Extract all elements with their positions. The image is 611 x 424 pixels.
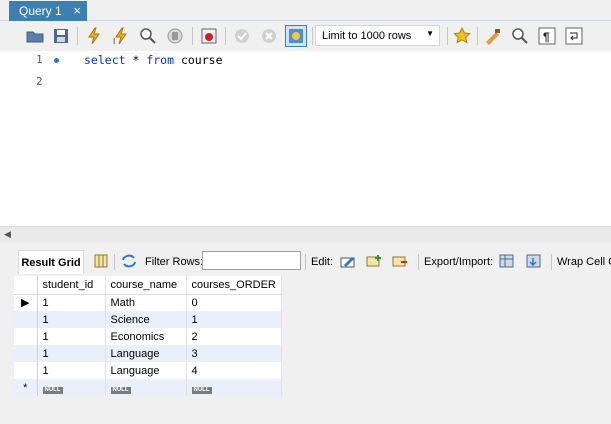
table-cell[interactable]: 3: [186, 345, 282, 362]
line-number: 2: [36, 75, 43, 88]
export-import-label: Export/Import:: [424, 256, 494, 268]
scroll-left-icon[interactable]: ◀: [4, 229, 11, 240]
table-cell[interactable]: Language: [105, 362, 187, 379]
table-cell[interactable]: 0: [186, 294, 282, 311]
table-cell[interactable]: 1: [37, 294, 106, 311]
save-icon[interactable]: [50, 25, 72, 47]
sql-text: course: [174, 53, 223, 67]
table-cell[interactable]: 1: [37, 345, 106, 362]
column-header[interactable]: courses_ORDER: [186, 276, 282, 295]
rollback-icon[interactable]: [258, 25, 280, 47]
null-badge: NULL: [191, 386, 212, 394]
sql-keyword: from: [146, 53, 175, 67]
grid-view-icon[interactable]: [92, 253, 110, 269]
limit-rows-select[interactable]: Limit to 1000 rows ▼: [315, 25, 440, 46]
null-badge: NULL: [42, 386, 63, 394]
table-cell[interactable]: 1: [37, 362, 106, 379]
result-grid[interactable]: student_id course_name courses_ORDER ▶ 1…: [14, 276, 282, 396]
tab-title: Query 1: [19, 4, 62, 18]
wrap-icon[interactable]: [563, 25, 585, 47]
open-folder-icon[interactable]: [24, 25, 46, 47]
delete-row-icon[interactable]: [391, 253, 409, 269]
autocommit-icon[interactable]: [285, 25, 307, 47]
result-toolbar: Result Grid Filter Rows: Edit: Export/Im…: [0, 246, 611, 276]
table-row[interactable]: ▶ 1 Math 0: [14, 294, 282, 311]
table-row[interactable]: 1 Economics 2: [14, 328, 282, 345]
table-cell[interactable]: 1: [37, 311, 106, 328]
table-cell[interactable]: Economics: [105, 328, 187, 345]
table-cell[interactable]: NULL: [186, 379, 282, 396]
bookmark-star-icon[interactable]: [451, 25, 473, 47]
table-cell[interactable]: NULL: [105, 379, 187, 396]
invisible-chars-icon[interactable]: ¶: [536, 25, 558, 47]
svg-text:I: I: [113, 37, 115, 45]
row-indicator: [14, 311, 38, 328]
column-header[interactable]: student_id: [37, 276, 106, 295]
table-cell[interactable]: Language: [105, 345, 187, 362]
table-cell[interactable]: Science: [105, 311, 187, 328]
table-cell[interactable]: 4: [186, 362, 282, 379]
grid-header-row: student_id course_name courses_ORDER: [14, 276, 282, 295]
import-icon[interactable]: [525, 253, 543, 269]
close-tab-icon[interactable]: ×: [73, 3, 81, 18]
beautify-icon[interactable]: [482, 25, 504, 47]
column-header[interactable]: course_name: [105, 276, 187, 295]
tab-result-grid[interactable]: Result Grid: [18, 250, 84, 274]
row-indicator-header: [14, 276, 38, 295]
edit-row-icon[interactable]: [339, 253, 357, 269]
find-icon[interactable]: [509, 25, 531, 47]
new-row[interactable]: * NULL NULL NULL: [14, 379, 282, 396]
sql-keyword: select: [84, 53, 126, 67]
row-indicator: [14, 362, 38, 379]
sql-code-line[interactable]: select * from course: [84, 53, 223, 67]
selected-row-icon: ▶: [14, 294, 38, 311]
result-grid-label: Result Grid: [21, 256, 81, 269]
stop-icon[interactable]: [164, 25, 186, 47]
new-row-marker: *: [14, 379, 38, 396]
sql-editor-toolbar: I ¶: [0, 21, 611, 51]
sql-text: *: [125, 53, 147, 67]
null-badge: NULL: [110, 386, 131, 394]
statement-marker-icon: [54, 58, 59, 63]
table-cell[interactable]: Math: [105, 294, 187, 311]
editor-horizontal-scrollbar[interactable]: ◀: [0, 226, 611, 242]
query-tab-strip: Query 1 ×: [0, 0, 611, 21]
line-number-gutter: 1 2: [0, 51, 65, 226]
table-row[interactable]: 1 Science 1: [14, 311, 282, 328]
edit-label: Edit:: [311, 256, 334, 268]
execute-current-icon[interactable]: I: [110, 25, 132, 47]
table-row[interactable]: 1 Language 3: [14, 345, 282, 362]
chevron-down-icon: ▼: [426, 29, 434, 38]
tab-query-1[interactable]: Query 1 ×: [9, 1, 87, 21]
table-row[interactable]: 1 Language 4: [14, 362, 282, 379]
filter-rows-label: Filter Rows:: [145, 256, 204, 268]
filter-rows-input[interactable]: [202, 251, 301, 270]
table-cell[interactable]: NULL: [37, 379, 106, 396]
commit-icon[interactable]: [231, 25, 253, 47]
execute-icon[interactable]: [83, 25, 105, 47]
row-indicator: [14, 328, 38, 345]
line-number: 1: [36, 53, 43, 66]
sql-editor[interactable]: 1 2 select * from course: [0, 51, 611, 226]
wrap-cell-label: Wrap Cell C: [557, 256, 611, 268]
export-icon[interactable]: [498, 253, 516, 269]
limit-rows-value: Limit to 1000 rows: [322, 29, 412, 42]
table-cell[interactable]: 1: [37, 328, 106, 345]
add-row-icon[interactable]: [365, 253, 383, 269]
refresh-icon[interactable]: [120, 253, 138, 269]
table-cell[interactable]: 2: [186, 328, 282, 345]
row-indicator: [14, 345, 38, 362]
svg-text:¶: ¶: [543, 30, 550, 44]
table-cell[interactable]: 1: [186, 311, 282, 328]
toggle-error-icon[interactable]: [198, 25, 220, 47]
explain-icon[interactable]: [137, 25, 159, 47]
